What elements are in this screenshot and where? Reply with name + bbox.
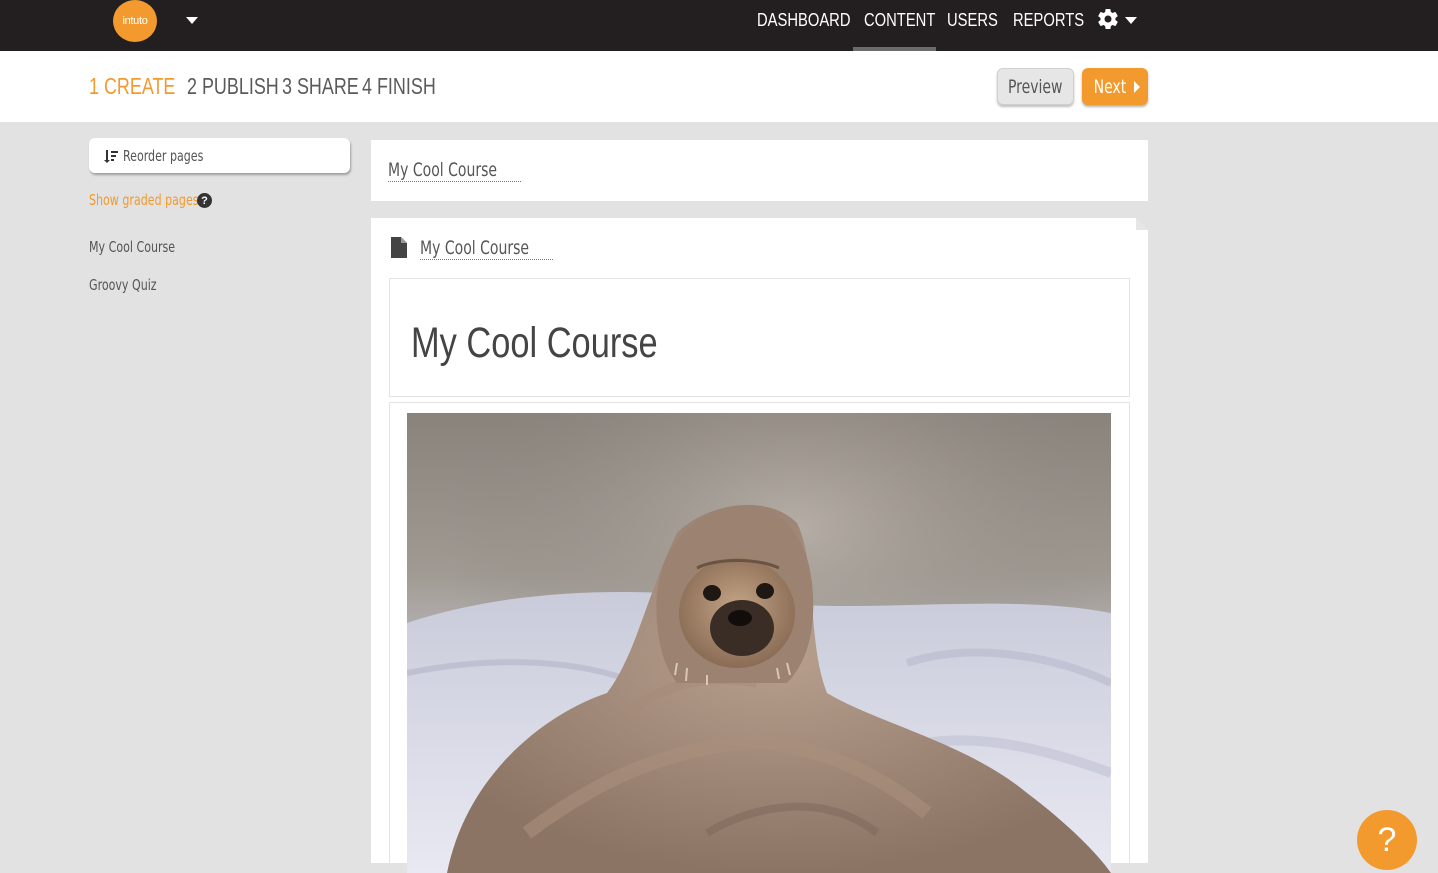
caret-right-icon [1133, 80, 1140, 93]
step-create[interactable]: 1 CREATE [89, 73, 175, 100]
course-title-panel: My Cool Course [371, 140, 1148, 201]
nav-content[interactable]: CONTENT [864, 0, 951, 51]
sort-icon [104, 149, 118, 163]
wizard-steps-bar: 1 CREATE 2 PUBLISH 3 SHARE 4 FINISH Prev… [0, 51, 1438, 122]
course-title-link[interactable]: My Cool Course [388, 159, 521, 182]
nav-dashboard[interactable]: DASHBOARD [757, 0, 871, 51]
preview-button[interactable]: Preview [997, 68, 1074, 105]
reorder-pages-button[interactable]: Reorder pages [89, 138, 350, 173]
reorder-pages-label: Reorder pages [123, 146, 204, 165]
next-button[interactable]: Next [1082, 68, 1148, 105]
page-editor-card: My Cool Course My Cool Course [371, 218, 1148, 873]
intuto-logo[interactable]: intuto [113, 0, 157, 42]
nav-users[interactable]: USERS [947, 0, 1009, 51]
chevron-down-icon[interactable] [1125, 17, 1137, 24]
help-fab-button[interactable]: ? [1357, 810, 1417, 870]
pug-photo-image[interactable] [407, 413, 1111, 873]
nav-reports[interactable]: REPORTS [1013, 0, 1100, 51]
step-finish[interactable]: 4 FINISH [362, 73, 436, 100]
sidebar-page-item[interactable]: My Cool Course [89, 238, 194, 256]
step-publish[interactable]: 2 PUBLISH [187, 73, 279, 100]
sidebar-page-item[interactable]: Groovy Quiz [89, 276, 171, 294]
top-nav-bar: intuto DASHBOARD CONTENT USERS REPORTS [0, 0, 1438, 51]
page-title-link[interactable]: My Cool Course [420, 237, 553, 260]
heading-content-block[interactable]: My Cool Course [389, 278, 1130, 397]
question-circle-icon[interactable]: ? [197, 193, 212, 208]
file-icon [391, 237, 407, 258]
gear-icon[interactable] [1096, 7, 1120, 31]
page-fold-corner [1136, 218, 1148, 230]
page-heading: My Cool Course [411, 319, 658, 367]
step-share[interactable]: 3 SHARE [282, 73, 359, 100]
chevron-down-icon[interactable] [186, 17, 198, 24]
